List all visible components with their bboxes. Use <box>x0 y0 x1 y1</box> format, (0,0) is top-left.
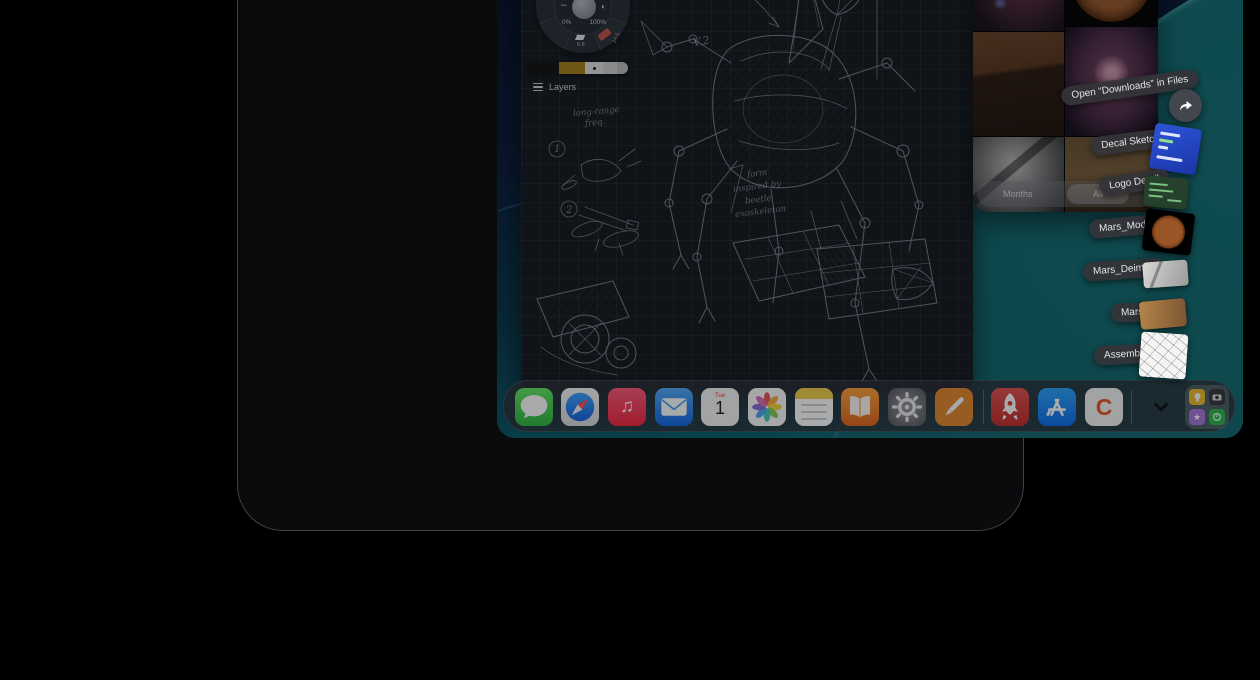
drag-thumb-mars-deimos[interactable] <box>1142 259 1189 288</box>
drag-thumb-logo-detail[interactable] <box>1143 175 1190 210</box>
drag-thumb-decal-sketches[interactable] <box>1149 123 1203 176</box>
forward-arrow-icon <box>1177 98 1194 113</box>
drag-thumb-mars[interactable] <box>1139 298 1187 330</box>
share-button[interactable] <box>1169 89 1202 122</box>
drag-drop-layer: Open “Downloads” in Files Decal Sketches… <box>497 0 1243 438</box>
ipad-screen: Concepts_blue… 59% 90° PRO ? <box>497 0 1243 438</box>
drag-thumb-mars-model[interactable] <box>1142 208 1196 256</box>
drag-thumb-assembly[interactable] <box>1138 331 1188 379</box>
ipad-device-frame: Concepts_blue… 59% 90° PRO ? <box>237 0 1024 531</box>
